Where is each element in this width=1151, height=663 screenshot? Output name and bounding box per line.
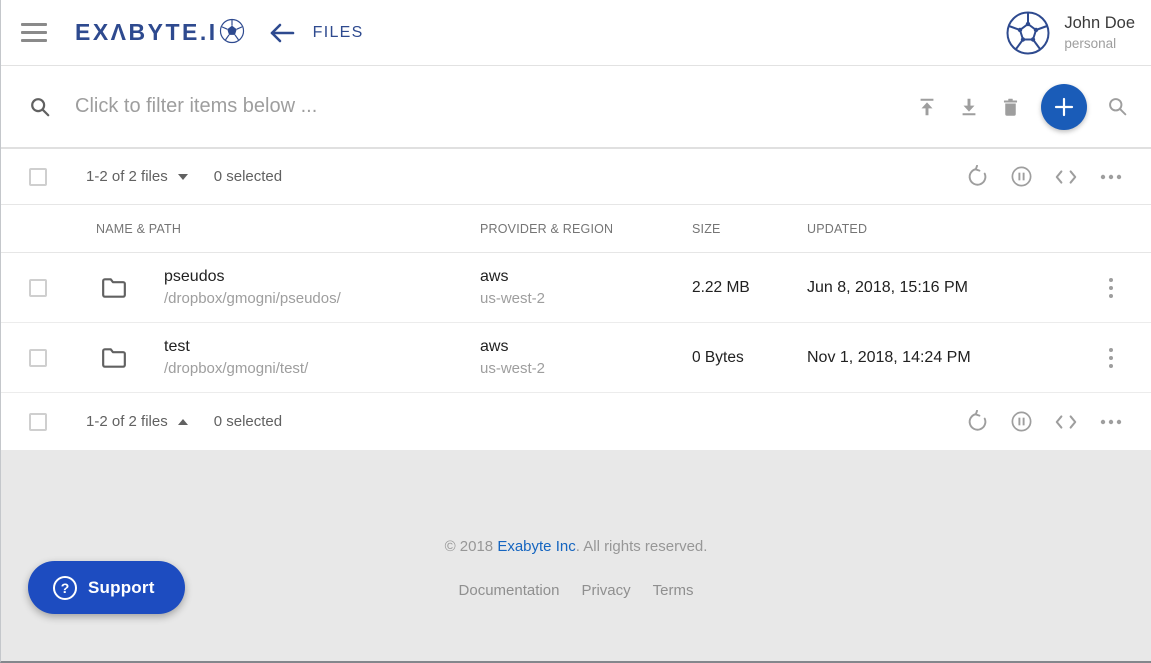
name-path-cell: pseudos /dropbox/gmogni/pseudos/ [164,265,480,310]
upload-button[interactable] [916,96,938,118]
provider-region: us-west-2 [480,288,692,310]
search-icon [29,96,51,118]
row-checkbox[interactable] [29,349,47,367]
privacy-link[interactable]: Privacy [581,582,630,599]
pause-button[interactable] [1010,410,1033,433]
file-name[interactable]: pseudos [164,265,480,288]
select-all-checkbox[interactable] [29,413,47,431]
table-row[interactable]: pseudos /dropbox/gmogni/pseudos/ aws us-… [1,253,1151,323]
exabyte-logo[interactable]: EXΛBYTE.I [75,16,245,49]
selected-count-label: 0 selected [214,413,282,430]
support-label: Support [88,578,155,598]
copyright-text: © 2018 Exabyte Inc. All rights reserved. [1,538,1151,555]
account-area[interactable]: John Doe personal [1006,11,1135,55]
file-updated: Nov 1, 2018, 14:24 PM [807,349,1071,367]
question-circle-icon: ? [52,575,78,601]
top-header: EXΛBYTE.I FILES [1,0,1151,66]
more-options-button[interactable] [1099,418,1123,426]
file-path: /dropbox/gmogni/pseudos/ [164,288,480,310]
more-options-button[interactable] [1099,173,1123,181]
name-path-cell: test /dropbox/gmogni/test/ [164,335,480,380]
code-view-button[interactable] [1054,168,1078,186]
copyright-suffix: . All rights reserved. [576,538,708,555]
file-size: 0 Bytes [692,349,807,367]
code-view-button[interactable] [1054,413,1078,431]
logo-text: EXΛBYTE.I [75,19,218,46]
documentation-link[interactable]: Documentation [459,582,560,599]
pause-button[interactable] [1010,165,1033,188]
row-menu-button[interactable] [1071,347,1151,369]
menu-icon[interactable] [21,18,49,47]
column-header-size[interactable]: SIZE [692,222,807,236]
folder-icon [101,276,127,300]
page-title: FILES [313,24,364,42]
column-header-updated[interactable]: UPDATED [807,222,1071,236]
files-count-label[interactable]: 1-2 of 2 files [86,413,168,430]
search-toggle-button[interactable] [1107,96,1128,117]
file-path: /dropbox/gmogni/test/ [164,358,480,380]
file-name[interactable]: test [164,335,480,358]
filter-actions [916,84,1128,130]
provider-name: aws [480,265,692,288]
file-size: 2.22 MB [692,279,807,297]
support-button[interactable]: ? Support [28,561,185,614]
row-menu-button[interactable] [1071,277,1151,299]
provider-region: us-west-2 [480,358,692,380]
toolbar-actions-top [966,165,1123,188]
provider-name: aws [480,335,692,358]
user-account-type: personal [1064,35,1135,53]
copyright-prefix: © 2018 [445,538,498,555]
user-info: John Doe personal [1064,12,1135,52]
chevron-down-icon[interactable] [178,174,188,180]
select-all-checkbox[interactable] [29,168,47,186]
app-window: EXΛBYTE.I FILES [0,0,1151,663]
selected-count-label: 0 selected [214,168,282,185]
table-header: NAME & PATH PROVIDER & REGION SIZE UPDAT… [1,205,1151,253]
delete-trash-button[interactable] [1000,96,1021,118]
list-toolbar-bottom: 1-2 of 2 files 0 selected [1,393,1151,450]
filter-input[interactable] [75,95,916,118]
provider-region-cell: aws us-west-2 [480,335,692,380]
provider-region-cell: aws us-west-2 [480,265,692,310]
add-new-button[interactable] [1041,84,1087,130]
chevron-up-icon[interactable] [178,419,188,425]
folder-icon [101,346,127,370]
refresh-button[interactable] [966,165,989,188]
list-toolbar-top: 1-2 of 2 files 0 selected [1,149,1151,205]
toolbar-actions-bottom [966,410,1123,433]
row-checkbox[interactable] [29,279,47,297]
column-header-provider-region[interactable]: PROVIDER & REGION [480,222,692,236]
back-arrow-icon[interactable] [269,22,295,44]
files-count-label[interactable]: 1-2 of 2 files [86,168,168,185]
download-button[interactable] [958,96,980,118]
company-link[interactable]: Exabyte Inc [497,538,575,555]
soccer-ball-icon [219,18,245,49]
user-name: John Doe [1064,12,1135,34]
filter-bar [1,66,1151,149]
page-footer: © 2018 Exabyte Inc. All rights reserved.… [1,450,1151,663]
refresh-button[interactable] [966,410,989,433]
column-header-name-path[interactable]: NAME & PATH [96,222,480,236]
table-row[interactable]: test /dropbox/gmogni/test/ aws us-west-2… [1,323,1151,393]
avatar-soccer-ball-icon[interactable] [1006,11,1050,55]
svg-text:?: ? [61,580,70,596]
file-updated: Jun 8, 2018, 15:16 PM [807,279,1071,297]
terms-link[interactable]: Terms [653,582,694,599]
